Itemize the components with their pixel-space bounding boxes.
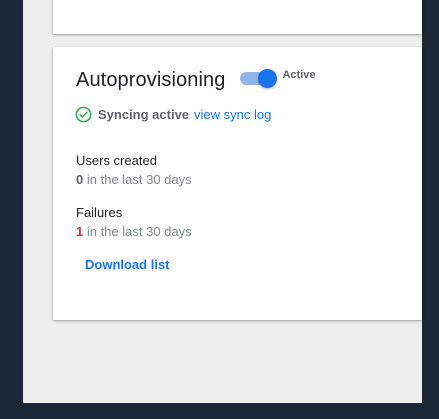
- content-panel: Autoprovisioning Active Syncing active v…: [23, 0, 422, 403]
- previous-card: [53, 0, 422, 34]
- users-created-summary: 0 in the last 30 days: [76, 172, 192, 187]
- users-created-stat: Users created 0 in the last 30 days: [76, 153, 192, 187]
- failures-label: Failures: [76, 205, 123, 220]
- download-list-button[interactable]: Download list: [85, 257, 170, 272]
- toggle-thumb: [258, 68, 278, 88]
- autoprovisioning-toggle[interactable]: [240, 68, 278, 88]
- failures-summary: 1 in the last 30 days: [76, 224, 192, 239]
- card-title: Autoprovisioning: [76, 69, 226, 91]
- autoprovisioning-card: Autoprovisioning Active Syncing active v…: [53, 47, 422, 320]
- failures-period: in the last 30 days: [83, 224, 192, 239]
- failures-stat: Failures 1 in the last 30 days: [76, 205, 192, 239]
- sync-status-row: Syncing active view sync log: [75, 106, 271, 123]
- toggle-status-label: Active: [282, 69, 316, 81]
- check-circle-icon: [75, 106, 92, 123]
- users-created-period: in the last 30 days: [83, 172, 192, 187]
- sync-status-text: Syncing active: [98, 107, 190, 122]
- card-header: Autoprovisioning Active: [76, 68, 316, 92]
- view-sync-log-link[interactable]: view sync log: [194, 107, 271, 122]
- users-created-label: Users created: [76, 153, 157, 168]
